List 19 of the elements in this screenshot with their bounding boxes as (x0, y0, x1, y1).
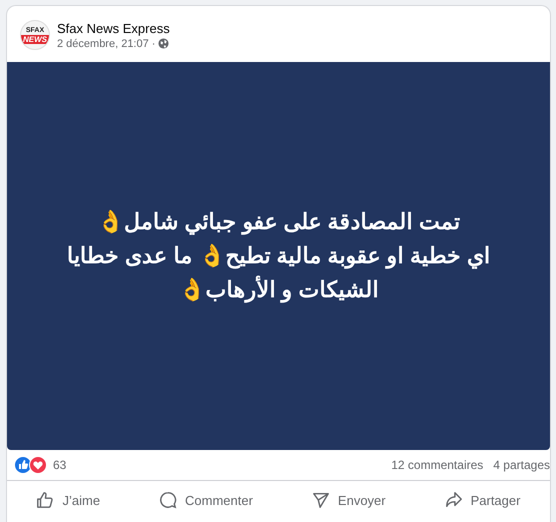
comment-button[interactable]: Commenter (149, 487, 263, 513)
comment-count[interactable]: 12 commentaires (391, 458, 484, 472)
reaction-count[interactable]: 63 (53, 458, 66, 472)
post-text-line: الشيكات و الأرهاب👌 (177, 274, 380, 305)
send-icon (312, 491, 330, 509)
author-name[interactable]: Sfax News Express (57, 20, 170, 36)
like-button[interactable]: J’aime (26, 487, 110, 513)
post-time[interactable]: 2 décembre, 21:07 (57, 38, 149, 50)
post-text-line: تمت المصادقة على عفو جبائي شامل👌 (96, 208, 461, 237)
post-text-line: اي خطية او عقوبة مالية تطيح👌 ما عدى خطايا (67, 242, 490, 271)
send-button[interactable]: Envoyer (302, 487, 396, 513)
share-count[interactable]: 4 partages (493, 458, 550, 472)
thumbs-up-icon (36, 491, 54, 509)
heart-reaction-icon[interactable] (29, 456, 47, 474)
globe-icon (158, 38, 170, 49)
speech-bubble-icon (159, 491, 178, 509)
share-arrow-icon (444, 491, 463, 509)
separator: · (152, 38, 156, 50)
share-button[interactable]: Partager (434, 487, 530, 513)
